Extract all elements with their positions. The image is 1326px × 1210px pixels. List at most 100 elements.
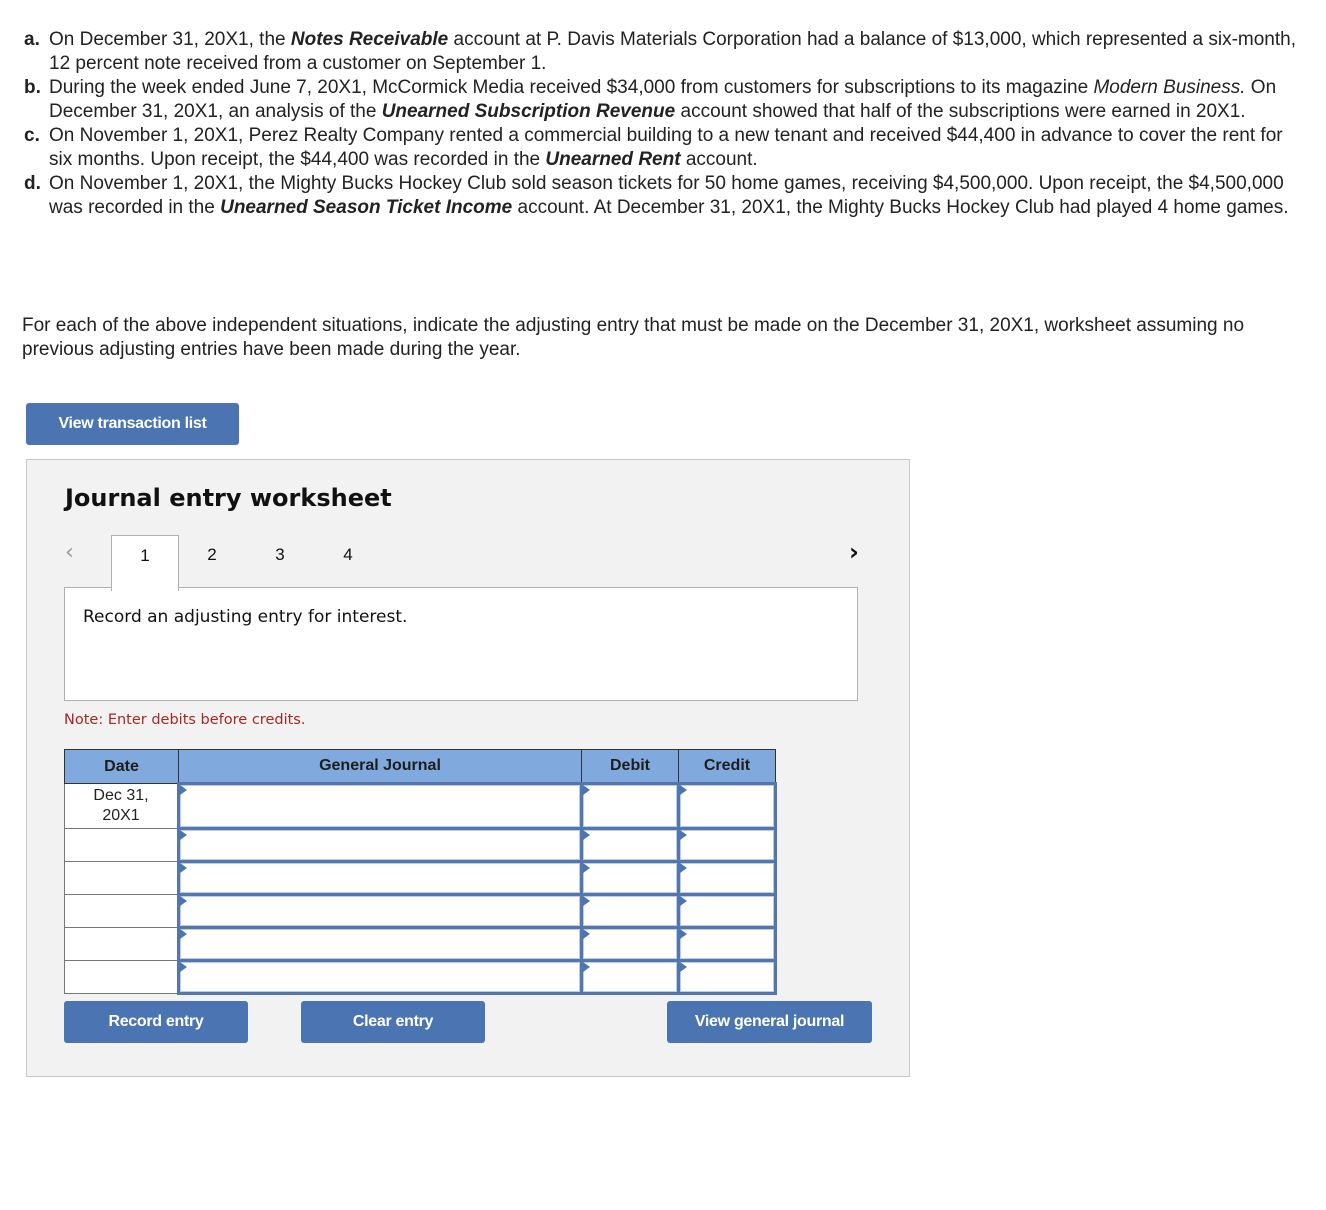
problem-item: c. On November 1, 20X1, Perez Realty Comp… (24, 124, 1304, 172)
column-header-credit: Credit (678, 749, 776, 784)
journal-row (64, 959, 777, 995)
dropdown-marker-icon (180, 863, 187, 873)
problem-text: account. (680, 149, 758, 170)
problem-letter: d. (24, 173, 41, 194)
date-cell (64, 861, 179, 895)
account-input[interactable] (180, 896, 580, 926)
problem-item: a. On December 31, 20X1, the Notes Receiv… (24, 28, 1304, 76)
journal-entry-worksheet: Journal entry worksheet ‹ 1 2 3 4 › Reco… (26, 459, 910, 1077)
credit-input[interactable] (680, 785, 774, 827)
account-input[interactable] (180, 785, 580, 827)
dropdown-marker-icon (583, 929, 590, 939)
account-input[interactable] (180, 863, 580, 893)
debit-input[interactable] (583, 929, 677, 959)
debit-input[interactable] (583, 962, 677, 992)
journal-row (64, 926, 777, 962)
column-header-debit: Debit (581, 749, 679, 784)
debit-cell (580, 860, 680, 896)
tab-3[interactable]: 3 (247, 535, 313, 589)
credit-cell (677, 926, 777, 962)
account-cell (177, 893, 583, 929)
debit-cell (580, 926, 680, 962)
problem-letter: a. (24, 29, 40, 50)
tab-4[interactable]: 4 (315, 535, 381, 589)
tab-label: 4 (343, 545, 353, 564)
worksheet-title: Journal entry worksheet (65, 484, 392, 512)
tab-label: 2 (207, 545, 217, 564)
problem-item: b. During the week ended June 7, 20X1, Mc… (24, 76, 1304, 124)
dropdown-marker-icon (680, 785, 687, 795)
dropdown-marker-icon (180, 929, 187, 939)
account-input[interactable] (180, 962, 580, 992)
credit-cell (677, 860, 777, 896)
account-input[interactable] (180, 830, 580, 860)
credit-input[interactable] (680, 929, 774, 959)
debit-cell (580, 827, 680, 863)
account-input[interactable] (180, 929, 580, 959)
date-cell (64, 960, 179, 994)
journal-row: Dec 31, 20X1 (64, 782, 777, 830)
account-name: Unearned Subscription Revenue (381, 101, 676, 122)
credit-input[interactable] (680, 896, 774, 926)
problem-text: During the week ended June 7, 20X1, McCo… (49, 77, 1094, 98)
credit-input[interactable] (680, 962, 774, 992)
credit-cell (677, 782, 777, 830)
column-header-general-journal: General Journal (178, 749, 582, 784)
view-transaction-list-button[interactable]: View transaction list (26, 403, 239, 445)
view-general-journal-button[interactable]: View general journal (667, 1001, 872, 1043)
journal-row (64, 893, 777, 929)
date-cell (64, 894, 179, 928)
dropdown-marker-icon (180, 785, 187, 795)
prompt-box: Record an adjusting entry for interest. (64, 587, 858, 701)
column-header-date: Date (64, 749, 179, 784)
journal-row (64, 860, 777, 896)
prompt-text: Record an adjusting entry for interest. (83, 607, 408, 627)
publication-title: Modern Business. (1093, 77, 1246, 98)
dropdown-marker-icon (180, 962, 187, 972)
chevron-left-icon[interactable]: ‹ (65, 540, 74, 565)
dropdown-marker-icon (583, 785, 590, 795)
tab-1[interactable]: 1 (111, 535, 179, 591)
journal-row (64, 827, 777, 863)
note-text: Note: Enter debits before credits. (64, 712, 306, 728)
tab-2[interactable]: 2 (179, 535, 245, 589)
debit-input[interactable] (583, 896, 677, 926)
credit-input[interactable] (680, 830, 774, 860)
dropdown-marker-icon (680, 896, 687, 906)
account-cell (177, 959, 583, 995)
account-name: Unearned Rent (545, 149, 681, 170)
problem-list: a. On December 31, 20X1, the Notes Receiv… (24, 28, 1304, 220)
problem-text: On December 31, 20X1, the (49, 29, 291, 50)
dropdown-marker-icon (680, 830, 687, 840)
dropdown-marker-icon (583, 830, 590, 840)
dropdown-marker-icon (180, 896, 187, 906)
tab-label: 3 (275, 545, 285, 564)
account-name: Unearned Season Ticket Income (220, 197, 513, 218)
debit-cell (580, 782, 680, 830)
record-entry-button[interactable]: Record entry (64, 1001, 248, 1043)
credit-cell (677, 893, 777, 929)
account-name: Notes Receivable (290, 29, 449, 50)
problem-letter: b. (24, 77, 41, 98)
debit-input[interactable] (583, 830, 677, 860)
problem-item: d. On November 1, 20X1, the Mighty Bucks … (24, 172, 1304, 220)
debit-input[interactable] (583, 785, 677, 827)
dropdown-marker-icon (680, 962, 687, 972)
account-cell (177, 860, 583, 896)
dropdown-marker-icon (583, 962, 590, 972)
account-cell (177, 782, 583, 830)
clear-entry-button[interactable]: Clear entry (301, 1001, 485, 1043)
journal-table: Date General Journal Debit Credit Dec 31… (64, 749, 777, 995)
problem-text: account. At December 31, 20X1, the Might… (512, 197, 1289, 218)
dropdown-marker-icon (680, 863, 687, 873)
credit-cell (677, 959, 777, 995)
date-cell: Dec 31, 20X1 (64, 783, 179, 829)
debit-cell (580, 893, 680, 929)
credit-cell (677, 827, 777, 863)
chevron-right-icon[interactable]: › (849, 538, 859, 566)
debit-input[interactable] (583, 863, 677, 893)
account-cell (177, 926, 583, 962)
dropdown-marker-icon (583, 863, 590, 873)
credit-input[interactable] (680, 863, 774, 893)
instructions-text: For each of the above independent situat… (22, 315, 1245, 360)
